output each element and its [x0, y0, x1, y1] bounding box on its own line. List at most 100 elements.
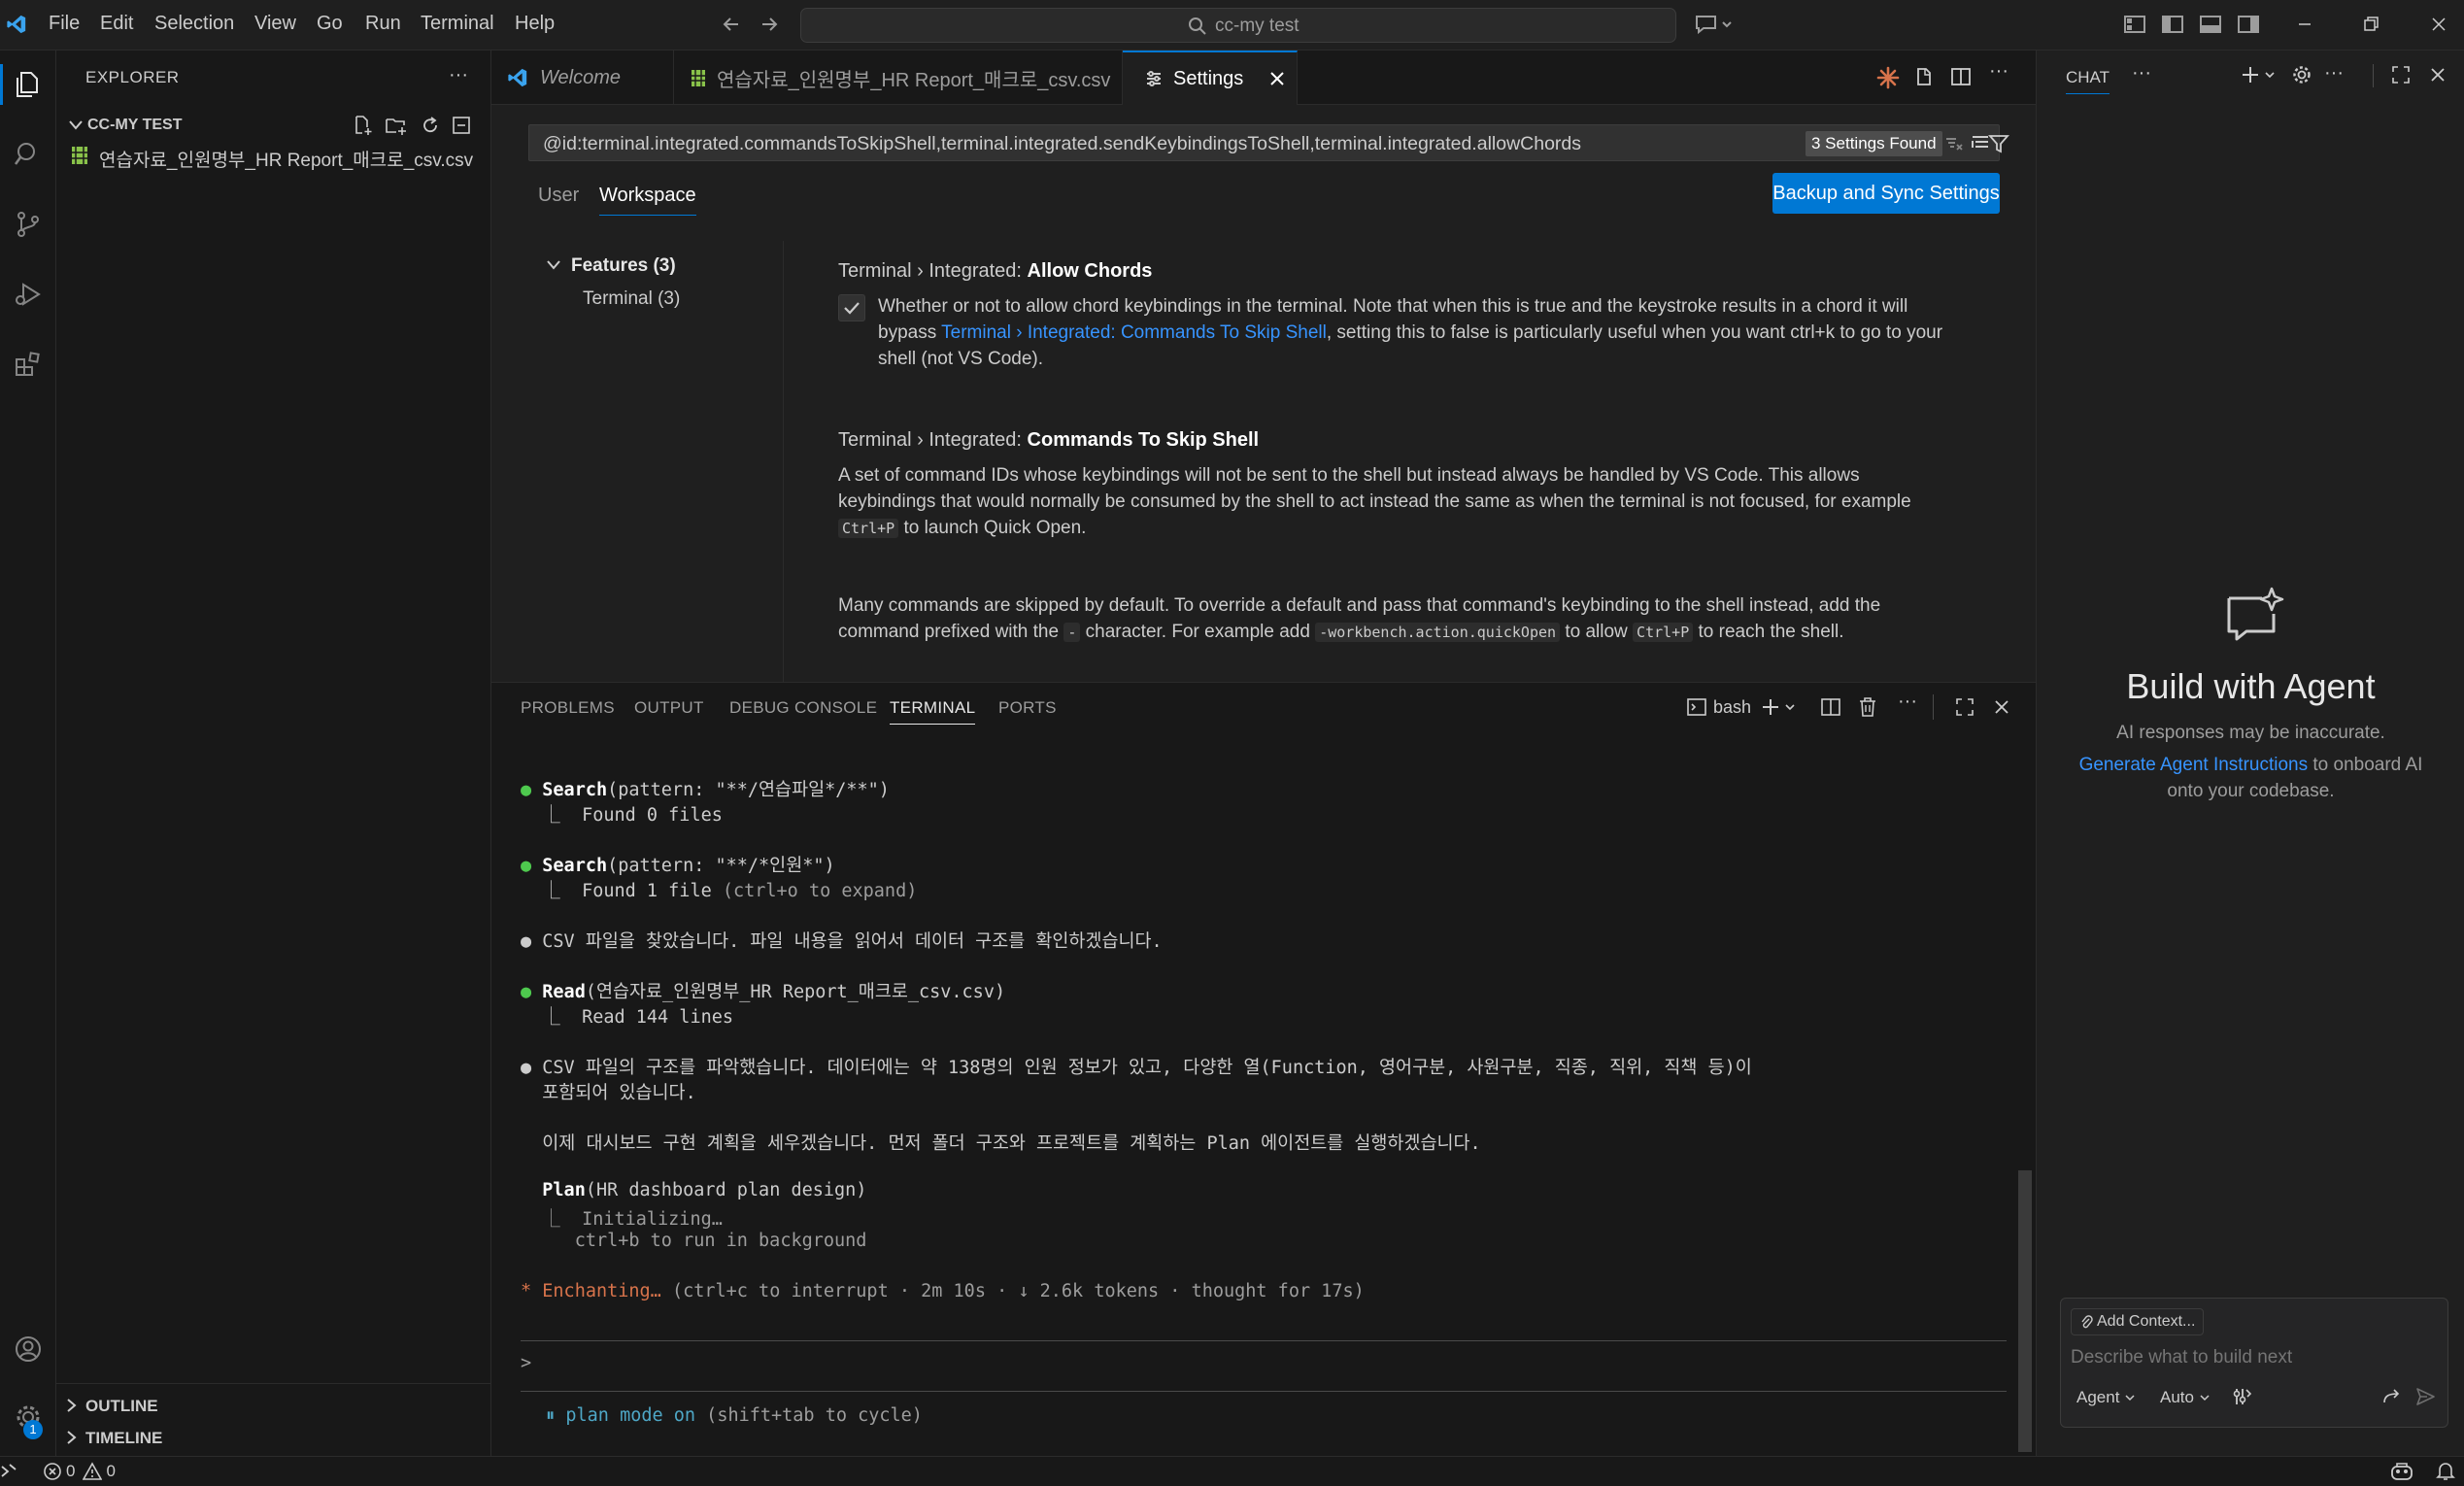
panel-tab-output[interactable]: OUTPUT: [634, 698, 704, 718]
run-debug-icon[interactable]: [8, 274, 49, 315]
terminal-scrollbar[interactable]: [2018, 1170, 2032, 1452]
chat-title[interactable]: CHAT: [2066, 68, 2110, 94]
list-filter-icon[interactable]: [1971, 133, 1990, 152]
command-center[interactable]: cc-my test: [800, 8, 1676, 43]
scope-workspace-tab[interactable]: Workspace: [599, 185, 696, 216]
tool-result: Initializing…: [582, 1209, 723, 1230]
allow-chords-checkbox[interactable]: [838, 294, 865, 321]
panel-tab-terminal[interactable]: TERMINAL: [890, 698, 976, 725]
desc-text: to launch Quick Open.: [898, 518, 1087, 538]
terminal-line: ⎿ Found 1 file (ctrl+o to expand): [521, 881, 918, 901]
toggle-secondary-sidebar-icon[interactable]: [2237, 14, 2260, 35]
menu-help[interactable]: Help: [515, 13, 555, 35]
copilot-chat-icon[interactable]: [1694, 12, 1733, 37]
chat-prompt-input[interactable]: [2071, 1343, 2436, 1372]
scope-user-tab[interactable]: User: [538, 185, 579, 207]
explorer-icon[interactable]: [8, 64, 49, 105]
trash-icon[interactable]: [1857, 696, 1878, 718]
panel-tab-problems[interactable]: PROBLEMS: [521, 698, 615, 718]
toggle-primary-sidebar-icon[interactable]: [2161, 14, 2184, 35]
close-chat-icon[interactable]: [2427, 64, 2448, 85]
search-view-icon[interactable]: [8, 134, 49, 175]
menu-selection[interactable]: Selection: [154, 13, 234, 35]
menu-run[interactable]: Run: [365, 13, 401, 35]
commands-to-skip-shell-link[interactable]: Terminal › Integrated: Commands To Skip …: [941, 322, 1327, 343]
tools-icon[interactable]: [2232, 1386, 2253, 1407]
maximize-panel-icon[interactable]: [1954, 696, 1975, 718]
refresh-icon[interactable]: [420, 115, 441, 136]
terminal-status-line: * Enchanting… (ctrl+c to interrupt · 2m …: [521, 1281, 1365, 1301]
file-item[interactable]: 연습자료_인원명부_HR Report_매크로_csv.csv: [56, 140, 491, 171]
chat-input-box: Add Context... Agent Auto: [2060, 1298, 2448, 1428]
extensions-icon[interactable]: [8, 344, 49, 385]
close-window-icon[interactable]: [2428, 14, 2449, 35]
maximize-chat-icon[interactable]: [2390, 64, 2412, 85]
tool-result: Read 144 lines: [582, 1007, 733, 1028]
backup-sync-button[interactable]: Backup and Sync Settings: [1772, 173, 2000, 214]
more-actions-icon[interactable]: ···: [2132, 63, 2151, 83]
toc-terminal[interactable]: Terminal (3): [583, 288, 680, 310]
delegate-arrow-icon[interactable]: [2381, 1386, 2403, 1407]
new-folder-icon[interactable]: [385, 115, 408, 136]
toc-divider: [783, 241, 784, 682]
model-picker[interactable]: Auto: [2160, 1388, 2211, 1407]
source-control-icon[interactable]: [8, 204, 49, 245]
more-actions-icon[interactable]: ···: [1989, 61, 2008, 81]
code-snippet: -: [1063, 623, 1081, 642]
accounts-icon[interactable]: [8, 1329, 49, 1369]
claude-spark-icon[interactable]: [1876, 66, 1900, 89]
more-actions-icon[interactable]: ···: [1898, 692, 1917, 711]
chat-panel: CHAT ··· ··· Build with Agent AI respons…: [2036, 51, 2464, 1456]
restore-icon[interactable]: [2360, 14, 2381, 35]
mode-picker[interactable]: Agent: [2076, 1388, 2136, 1407]
more-actions-icon[interactable]: ···: [2324, 63, 2344, 83]
split-terminal-icon[interactable]: [1820, 696, 1841, 718]
menu-terminal[interactable]: Terminal: [421, 13, 494, 35]
generate-instructions-link[interactable]: Generate Agent Instructions: [2079, 755, 2309, 775]
timeline-section[interactable]: TIMELINE: [56, 1423, 491, 1452]
customize-layout-icon[interactable]: [2123, 14, 2146, 35]
close-icon[interactable]: [1268, 70, 1286, 87]
notifications-bell-icon[interactable]: [2436, 1461, 2455, 1482]
tab-label: 연습자료_인원명부_HR Report_매크로_csv.csv: [717, 69, 1111, 91]
close-panel-icon[interactable]: [1991, 696, 2012, 718]
csv-file-icon: [692, 69, 705, 86]
collapse-all-icon[interactable]: [451, 115, 472, 136]
new-terminal-icon[interactable]: [1761, 696, 1800, 718]
new-chat-icon[interactable]: [2241, 64, 2281, 85]
panel-tab-debug-console[interactable]: DEBUG CONSOLE: [729, 698, 877, 718]
minimize-icon[interactable]: [2294, 14, 2315, 35]
split-editor-icon[interactable]: [1950, 66, 1972, 87]
send-icon[interactable]: [2414, 1386, 2436, 1407]
open-file-icon[interactable]: [1913, 66, 1935, 87]
menu-file[interactable]: File: [49, 13, 80, 35]
terminal-line: ⎿ Initializing…: [521, 1209, 723, 1230]
folder-header[interactable]: CC-MY TEST: [62, 111, 491, 140]
add-context-button[interactable]: Add Context...: [2071, 1308, 2205, 1335]
terminal-shell-selector[interactable]: bash: [1686, 696, 1751, 718]
new-file-icon[interactable]: [352, 115, 373, 136]
menu-view[interactable]: View: [254, 13, 296, 35]
tab-settings[interactable]: Settings: [1123, 51, 1298, 105]
outline-label: OUTLINE: [85, 1397, 158, 1415]
menu-edit[interactable]: Edit: [100, 13, 133, 35]
toggle-panel-icon[interactable]: [2199, 14, 2222, 35]
code-snippet: Ctrl+P: [1633, 623, 1694, 642]
gear-icon[interactable]: [2291, 64, 2312, 85]
toc-features[interactable]: Features (3): [571, 255, 676, 277]
forward-arrow-icon[interactable]: [759, 14, 780, 35]
panel-tab-ports[interactable]: PORTS: [998, 698, 1057, 718]
menu-go[interactable]: Go: [317, 13, 343, 35]
funnel-filter-icon[interactable]: [1988, 133, 2009, 154]
settings-search-input[interactable]: @id:terminal.integrated.commandsToSkipSh…: [528, 124, 2009, 161]
tab-csv-file[interactable]: 연습자료_인원명부_HR Report_매크로_csv.csv: [674, 51, 1123, 105]
outline-section[interactable]: OUTLINE: [56, 1391, 491, 1420]
more-actions-icon[interactable]: ···: [449, 65, 468, 84]
tab-welcome[interactable]: Welcome: [491, 51, 674, 105]
back-arrow-icon[interactable]: [721, 14, 742, 35]
problems-status[interactable]: 0 0: [43, 1462, 116, 1481]
clear-filter-icon[interactable]: [1943, 133, 1963, 152]
prompt-caret[interactable]: >: [521, 1353, 531, 1373]
remote-indicator-icon[interactable]: [0, 1461, 19, 1482]
copilot-status-icon[interactable]: [2389, 1461, 2414, 1482]
